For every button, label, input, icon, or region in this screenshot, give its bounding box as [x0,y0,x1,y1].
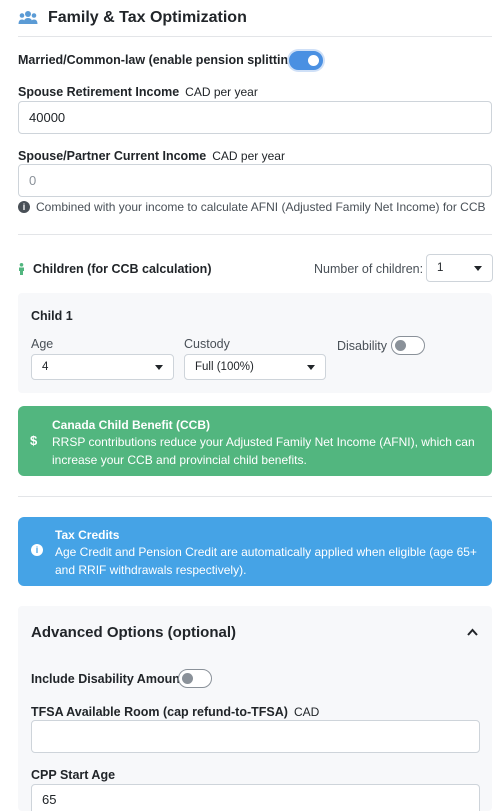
children-title: Children (for CCB calculation) [33,262,212,276]
children-count-label: Number of children: [314,262,424,276]
children-count-select[interactable]: 1 [426,254,493,282]
tax-alert-text: Age Credit and Pension Credit are automa… [55,545,477,577]
chevron-down-icon [307,364,315,370]
include-disability-label: Include Disability Amount [31,672,185,686]
spouse-current-placeholder: 0 [29,173,37,188]
child-icon [19,263,24,275]
include-disability-toggle[interactable] [178,669,212,688]
family-icon [18,11,38,24]
spouse-current-help: i Combined with your income to calculate… [18,200,486,214]
custody-value: Full (100%) [195,361,254,373]
tfsa-input[interactable] [31,720,480,753]
dollar-icon: $ [30,433,38,448]
section-title: Family & Tax Optimization [48,9,247,26]
info-icon: i [31,544,43,556]
custody-label: Custody [184,337,230,351]
section-header: Family & Tax Optimization [18,9,247,27]
spouse-current-label: Spouse/Partner Current Income CAD per yea… [18,149,285,163]
age-label: Age [31,337,54,351]
spouse-retirement-label: Spouse Retirement Income CAD per year [18,85,258,99]
custody-select[interactable]: Full (100%) [184,354,326,380]
ccb-alert-title: Canada Child Benefit (CCB) [52,418,211,432]
age-select[interactable]: 4 [31,354,174,380]
tfsa-label: TFSA Available Room (cap refund-to-TFSA)… [31,705,320,719]
ccb-alert-text: RRSP contributions reduce your Adjusted … [52,435,475,467]
disability-toggle[interactable] [391,336,425,355]
divider [18,234,492,235]
married-label: Married/Common-law (enable pension split… [18,53,300,67]
children-count-value: 1 [437,262,444,274]
children-heading: Children (for CCB calculation) [18,262,211,276]
cpp-value: 65 [42,792,57,807]
divider [18,496,492,497]
tax-alert-body: Tax Credits Age Credit and Pension Credi… [55,528,485,579]
married-toggle[interactable] [289,51,323,70]
info-icon: i [18,201,30,213]
divider [18,36,492,37]
tax-alert-title: Tax Credits [55,528,120,542]
advanced-title: Advanced Options (optional) [31,624,236,641]
cpp-input[interactable]: 65 [31,784,480,811]
child-title: Child 1 [31,309,73,323]
chevron-down-icon [155,364,163,370]
chevron-down-icon [474,265,482,271]
age-value: 4 [42,361,49,373]
disability-label: Disability [337,339,388,353]
help-text: Combined with your income to calculate A… [36,200,486,214]
chevron-up-icon[interactable] [467,628,478,636]
ccb-alert-body: Canada Child Benefit (CCB) RRSP contribu… [52,418,482,469]
spouse-current-input[interactable]: 0 [18,164,492,197]
spouse-retirement-input[interactable]: 40000 [18,101,492,134]
spouse-retirement-value: 40000 [29,110,66,125]
cpp-label: CPP Start Age [31,768,116,782]
